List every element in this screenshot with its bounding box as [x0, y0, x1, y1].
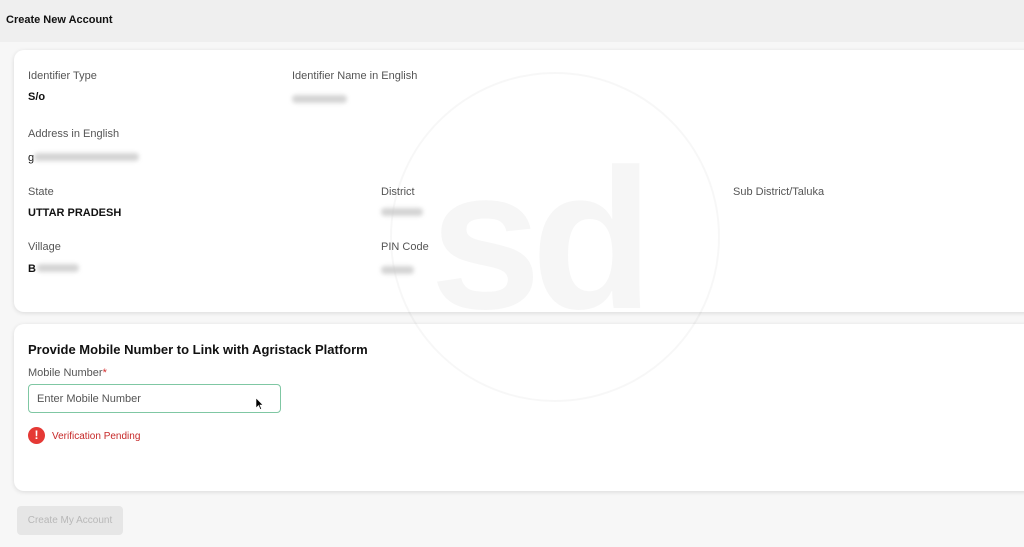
identifier-name-label: Identifier Name in English: [292, 70, 418, 82]
details-card: [14, 50, 1024, 312]
sub-district-label: Sub District/Taluka: [733, 186, 825, 198]
village-value-prefix: B: [28, 263, 36, 275]
village-label: Village: [28, 241, 61, 253]
top-bar: Create New Account: [0, 0, 1024, 42]
state-label: State: [28, 186, 54, 198]
page-title: Create New Account: [6, 14, 113, 26]
village-value-redacted: [37, 264, 79, 272]
mobile-number-label: Mobile Number*: [28, 367, 107, 379]
verification-status-text: Verification Pending: [52, 431, 141, 442]
identifier-name-value-redacted: [292, 95, 347, 103]
district-label: District: [381, 186, 415, 198]
pin-code-label: PIN Code: [381, 241, 429, 253]
address-label: Address in English: [28, 128, 120, 140]
required-mark: *: [102, 367, 107, 379]
address-value-redacted: [34, 153, 139, 161]
mobile-number-input[interactable]: [28, 384, 281, 413]
mouse-cursor-icon: [256, 398, 264, 410]
mobile-number-label-text: Mobile Number: [28, 367, 103, 379]
district-value-redacted: [381, 208, 423, 216]
create-account-button[interactable]: Create My Account: [17, 506, 123, 535]
identifier-type-label: Identifier Type: [28, 70, 97, 82]
mobile-section-title: Provide Mobile Number to Link with Agris…: [28, 342, 368, 357]
state-value: UTTAR PRADESH: [28, 207, 122, 219]
exclamation-icon: !: [28, 427, 45, 444]
identifier-type-value: S/o: [28, 91, 46, 103]
pin-code-value-redacted: [381, 266, 414, 274]
